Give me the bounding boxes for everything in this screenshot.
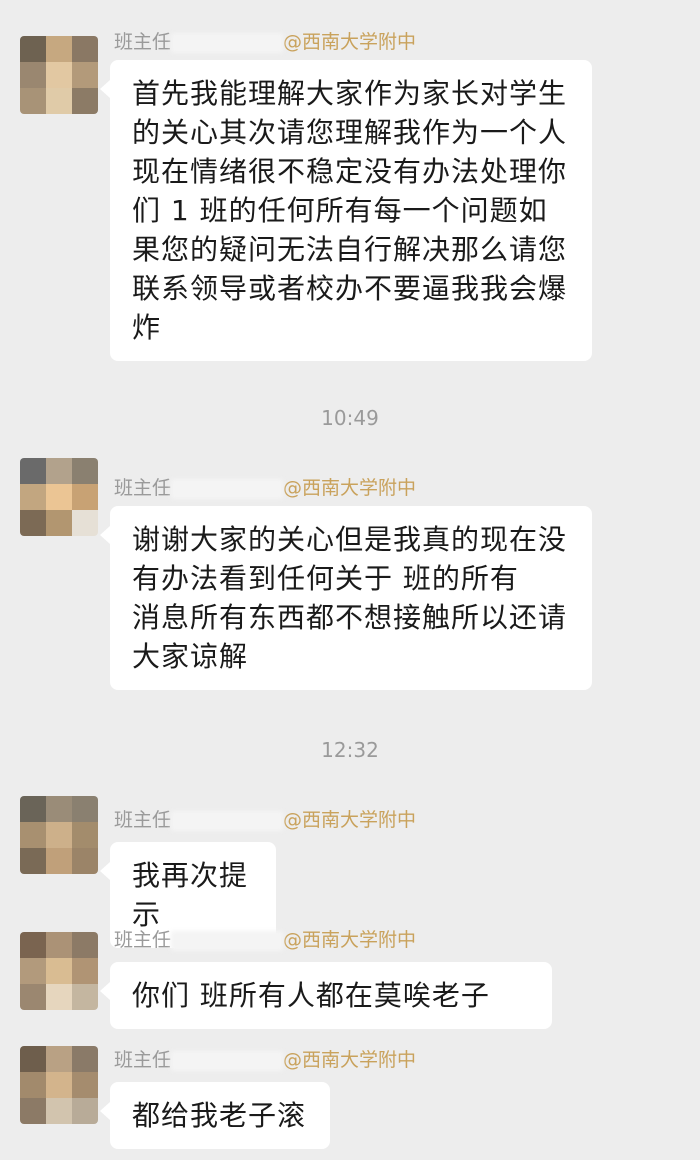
timestamp: 10:49 [321,406,379,430]
redacted-name [171,1050,284,1071]
message-line: 的关心其次请您理解我作为一个人 [132,116,568,149]
message-line: 我再次提示 [132,859,249,931]
sender-label: 班主任 @西南大学附中 [114,30,416,54]
sender-label: 班主任 @西南大学附中 [114,808,416,832]
avatar[interactable] [20,1046,98,1124]
sender-label: 班主任 @西南大学附中 [114,476,416,500]
avatar[interactable] [20,932,98,1010]
sender-label: 班主任 @西南大学附中 [114,928,416,952]
message-line: 都给我老子滚 [132,1099,307,1132]
avatar[interactable] [20,36,98,114]
message-bubble[interactable]: 谢谢大家的关心但是我真的现在没 有办法看到任何关于 班的所有 消息所有东西都不想… [100,506,592,690]
message-bubble[interactable]: 都给我老子滚 [100,1082,330,1149]
sender-name: 班主任 [114,809,172,831]
redacted-name [171,930,284,951]
message-line: 大家谅解 [132,640,249,673]
message-line: 首先我能理解大家作为家长对学生 [132,77,568,110]
sender-label: 班主任 @西南大学附中 [114,1048,416,1072]
sender-name: 班主任 [114,929,172,951]
message-line: 现在情绪很不稳定没有办法处理你 [132,155,568,188]
sender-org: @西南大学附中 [283,1049,417,1071]
message-line: 有办法看到任何关于 班的所有 [132,562,519,595]
avatar[interactable] [20,458,98,536]
message-line: 你们 班所有人都在莫唉老子 [132,979,490,1012]
sender-name: 班主任 [114,1049,172,1071]
sender-org: @西南大学附中 [283,929,417,951]
message-line: 消息所有东西都不想接触所以还请 [132,601,568,634]
chat-history[interactable]: 班主任 @西南大学附中 首先我能理解大家作为家长对学生 的关心其次请您理解我作为一… [0,0,700,1160]
message-bubble[interactable]: 你们 班所有人都在莫唉老子 [100,962,552,1029]
sender-org: @西南大学附中 [283,477,417,499]
sender-name: 班主任 [114,477,172,499]
timestamp: 12:32 [321,738,379,762]
message-line: 联系领导或者校办不要逼我我会爆 [132,272,568,305]
message-line: 炸 [132,311,162,344]
message-line: 们 1 班的任何所有每一个问题如 [132,194,548,227]
redacted-name [171,810,284,831]
message-line: 果您的疑问无法自行解决那么请您 [132,233,568,266]
sender-name: 班主任 [114,31,172,53]
message-line: 谢谢大家的关心但是我真的现在没 [132,523,568,556]
avatar[interactable] [20,796,98,874]
redacted-name [171,478,284,499]
sender-org: @西南大学附中 [283,31,417,53]
sender-org: @西南大学附中 [283,809,417,831]
message-bubble[interactable]: 首先我能理解大家作为家长对学生 的关心其次请您理解我作为一个人 现在情绪很不稳定… [100,60,592,361]
redacted-name [171,32,284,53]
